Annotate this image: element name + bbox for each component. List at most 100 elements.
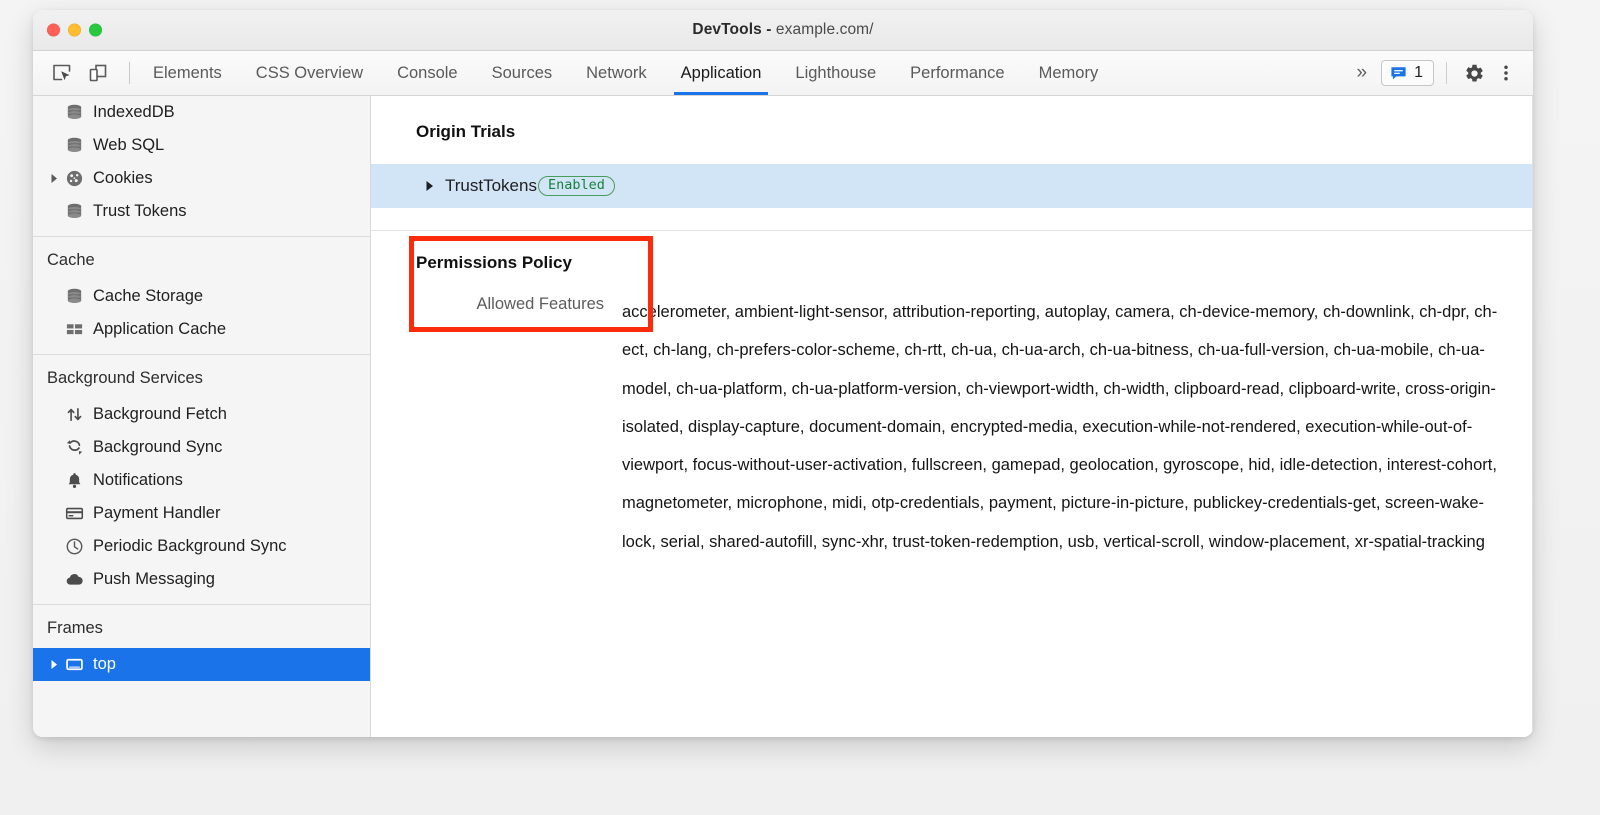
sidebar-item-label: IndexedDB [93,103,175,121]
tab-css-overview[interactable]: CSS Overview [239,51,380,95]
database-icon [63,202,85,221]
database-icon [63,103,85,122]
minimize-window-button[interactable] [68,23,81,37]
sidebar-group-header-background-services: Background Services [47,369,203,387]
tab-performance[interactable]: Performance [893,51,1021,95]
sidebar-item-background-sync[interactable]: Background Sync [33,431,370,464]
traffic-light-buttons[interactable] [47,23,102,37]
sidebar-item-label: Application Cache [93,320,226,338]
window-title: DevTools - example.com/ [692,21,873,39]
sidebar-item-trust-tokens[interactable]: Trust Tokens [33,195,370,228]
more-tabs-button[interactable]: » [1343,62,1380,84]
sidebar-item-application-cache[interactable]: Application Cache [33,313,370,346]
toolbar-right-controls: » 1 [1343,51,1533,95]
sidebar-group-cache: Cache Cache Storage Application Cache [33,237,370,355]
chevron-double-right-icon: » [1356,62,1367,83]
tab-network[interactable]: Network [569,51,664,95]
sidebar-item-label: Background Fetch [93,405,227,423]
expand-twisty-icon[interactable] [425,180,435,192]
sidebar-item-payment-handler[interactable]: Payment Handler [33,497,370,530]
toolbar-divider [129,62,130,84]
window-title-host: example.com/ [775,21,874,38]
tab-application[interactable]: Application [664,51,779,95]
sidebar-item-notifications[interactable]: Notifications [33,464,370,497]
sidebar-item-periodic-background-sync[interactable]: Periodic Background Sync [33,530,370,563]
frame-icon [63,655,85,674]
toolbar-right-divider [1446,62,1447,84]
panel-tabs: Elements CSS Overview Console Sources Ne… [136,51,1343,95]
origin-trial-name: TrustTokens [445,176,537,195]
grid-icon [63,320,85,339]
tab-label: CSS Overview [255,63,364,82]
sidebar-item-cache-storage[interactable]: Cache Storage [33,280,370,313]
credit-card-icon [63,504,85,523]
sidebar-item-label: top [93,655,116,673]
tab-memory[interactable]: Memory [1022,51,1116,95]
sidebar-item-label: Periodic Background Sync [93,537,287,555]
tab-label: Sources [491,63,553,82]
expand-twisty-icon[interactable] [47,173,61,184]
sidebar-group-frames: Frames top [33,605,370,681]
origin-trials-title: Origin Trials [416,122,516,141]
gear-icon [1465,64,1483,82]
sidebar-item-indexeddb[interactable]: IndexedDB [33,96,370,129]
application-panel-body: IndexedDB Web SQL Cookies Trust Tokens C… [33,96,1533,737]
cookie-icon [63,169,85,188]
origin-trial-row[interactable]: TrustTokens Enabled [371,164,1532,208]
allowed-features-values: accelerometer, ambient-light-sensor, att… [622,303,1498,551]
tab-label: Application [680,63,762,82]
sidebar-group-header-cache: Cache [47,251,95,269]
desktop-background: DevTools - example.com/ Elements CSS Ove… [0,0,1600,815]
maximize-window-button[interactable] [89,23,102,37]
sync-icon [63,438,85,457]
window-title-separator: - [761,21,776,38]
devtools-toolbar: Elements CSS Overview Console Sources Ne… [33,51,1533,96]
toolbar-left-icons [33,51,123,95]
tab-console[interactable]: Console [380,51,475,95]
kebab-menu-icon [1504,65,1508,81]
clock-icon [63,537,85,556]
sidebar-item-cookies[interactable]: Cookies [33,162,370,195]
sidebar-item-label: Push Messaging [93,570,215,588]
sidebar-item-label: Web SQL [93,136,165,154]
inspect-element-button[interactable] [47,58,77,88]
status-badge: Enabled [537,175,615,197]
tab-label: Memory [1038,63,1099,82]
tab-sources[interactable]: Sources [475,51,570,95]
permissions-policy-grid: Allowed Features accelerometer, ambient-… [371,273,1532,561]
sidebar-item-label: Trust Tokens [93,202,187,220]
up-down-arrows-icon [63,405,85,424]
sidebar-item-label: Background Sync [93,438,223,456]
sidebar-group-storage: IndexedDB Web SQL Cookies Trust Tokens [33,96,370,237]
issues-button[interactable]: 1 [1381,60,1434,86]
sidebar-item-push-messaging[interactable]: Push Messaging [33,563,370,596]
inspect-element-icon [53,64,71,81]
tab-label: Console [397,63,458,82]
content-scroll-area: Origin Trials TrustTokens Enabled Permis… [371,96,1532,561]
tab-lighthouse[interactable]: Lighthouse [778,51,893,95]
window-titlebar: DevTools - example.com/ [33,10,1533,51]
main-menu-button[interactable] [1491,58,1521,88]
sidebar-item-background-fetch[interactable]: Background Fetch [33,398,370,431]
tab-elements[interactable]: Elements [136,51,239,95]
sidebar-item-web-sql[interactable]: Web SQL [33,129,370,162]
close-window-button[interactable] [47,23,60,37]
tab-label: Network [586,63,647,82]
device-toolbar-button[interactable] [83,58,113,88]
device-toolbar-icon [89,64,107,82]
settings-button[interactable] [1459,58,1489,88]
expand-twisty-icon[interactable] [47,659,61,670]
tab-label: Lighthouse [795,63,877,82]
application-sidebar[interactable]: IndexedDB Web SQL Cookies Trust Tokens C… [33,96,371,737]
tab-label: Performance [910,63,1005,82]
application-content-panel: Origin Trials TrustTokens Enabled Permis… [371,96,1533,737]
sidebar-group-background-services: Background Services Background Fetch Bac… [33,355,370,605]
issues-count: 1 [1414,64,1423,81]
sidebar-item-top-frame[interactable]: top [33,648,370,681]
sidebar-item-label: Payment Handler [93,504,221,522]
issues-message-icon [1391,66,1406,79]
tab-label: Elements [153,63,222,82]
